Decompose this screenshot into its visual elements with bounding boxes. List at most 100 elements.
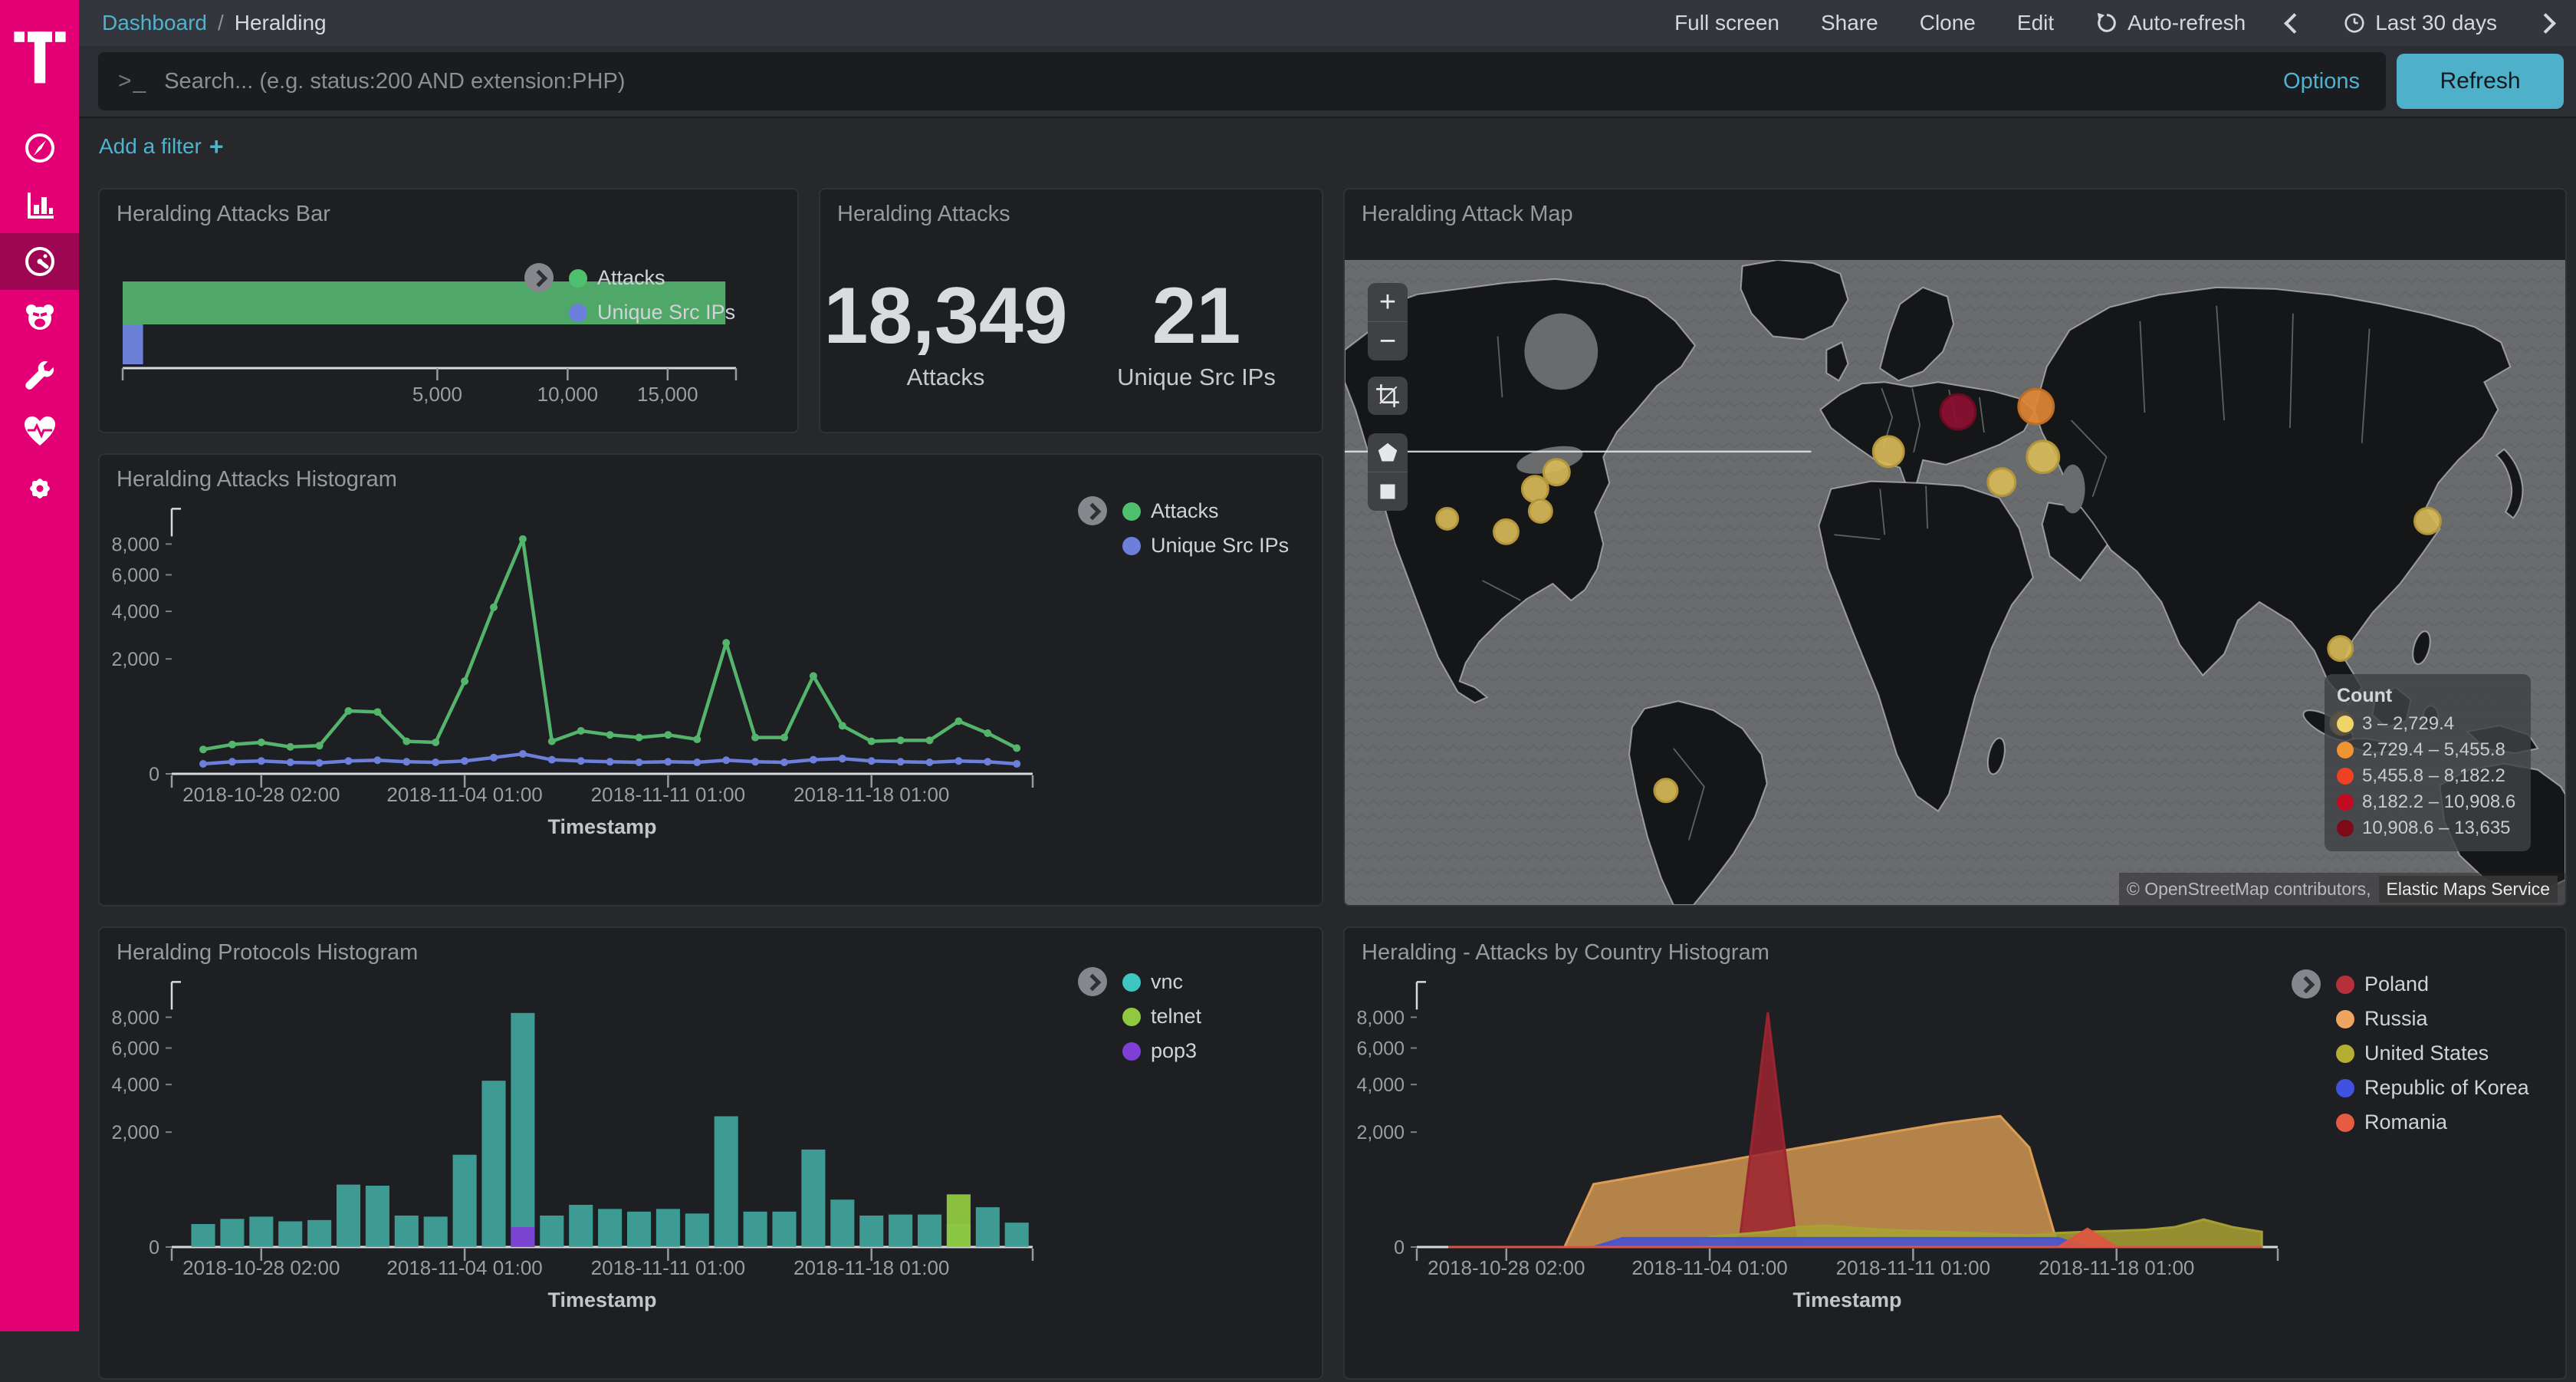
data-point[interactable] [751, 758, 759, 765]
data-point[interactable] [897, 758, 905, 765]
legend-item[interactable]: Russia [2336, 1007, 2529, 1031]
v-bar[interactable] [685, 1213, 709, 1247]
sidebar-item-tpot[interactable] [0, 290, 79, 347]
data-point[interactable] [461, 677, 468, 685]
zoom-out-button[interactable]: − [1368, 321, 1408, 360]
sidebar-item-discover[interactable] [0, 120, 79, 176]
data-point[interactable] [548, 756, 556, 764]
draw-rectangle-button[interactable] [1368, 472, 1408, 511]
sidebar-item-visualize[interactable] [0, 176, 79, 233]
v-bar[interactable] [453, 1155, 477, 1247]
v-bar[interactable] [249, 1216, 273, 1247]
data-point[interactable] [432, 739, 439, 746]
data-point[interactable] [519, 535, 527, 543]
draw-polygon-button[interactable] [1368, 433, 1408, 472]
legend-item[interactable]: 5,455.8 – 8,182.2 [2337, 765, 2515, 787]
data-point[interactable] [228, 741, 236, 749]
legend-item[interactable]: Unique Src IPs [1122, 534, 1289, 558]
data-point[interactable] [199, 760, 207, 768]
data-point[interactable] [722, 756, 730, 764]
panel-title[interactable]: Heralding Attacks Histogram [117, 467, 397, 492]
data-point[interactable] [287, 743, 294, 751]
legend-item[interactable]: 2,729.4 – 5,455.8 [2337, 739, 2515, 761]
time-range-next-button[interactable] [2538, 16, 2553, 31]
data-point[interactable] [490, 754, 498, 762]
map-attack-circle[interactable] [2414, 508, 2440, 534]
data-point[interactable] [636, 758, 643, 766]
v-bar[interactable] [830, 1199, 854, 1247]
data-point[interactable] [868, 738, 876, 745]
data-point[interactable] [373, 756, 381, 764]
data-point[interactable] [926, 736, 934, 744]
data-point[interactable] [839, 722, 846, 729]
options-link[interactable]: Options [2283, 69, 2360, 94]
v-bar[interactable] [511, 1013, 534, 1247]
data-point[interactable] [228, 758, 236, 765]
data-point[interactable] [577, 757, 585, 765]
sidebar-item-monitoring[interactable] [0, 403, 79, 460]
v-bar[interactable] [481, 1081, 505, 1247]
data-point[interactable] [955, 757, 962, 765]
data-point[interactable] [984, 729, 991, 737]
data-point[interactable] [926, 758, 934, 766]
v-bar[interactable] [889, 1215, 912, 1247]
v-bar[interactable] [395, 1216, 419, 1247]
v-bar[interactable] [191, 1224, 215, 1247]
ems-attribution[interactable]: Elastic Maps Service [2379, 876, 2558, 903]
data-point[interactable] [402, 738, 410, 745]
data-point[interactable] [345, 757, 353, 765]
sidebar-item-management[interactable] [0, 460, 79, 517]
data-point[interactable] [664, 731, 672, 739]
auto-refresh-button[interactable]: Auto-refresh [2095, 11, 2246, 35]
legend-item[interactable]: Attacks [1122, 499, 1289, 523]
map-attack-circle[interactable] [1522, 476, 1548, 502]
data-point[interactable] [606, 731, 614, 739]
v-bar[interactable] [1005, 1222, 1029, 1247]
data-point[interactable] [810, 672, 817, 679]
h-bar[interactable] [123, 324, 143, 364]
osm-attribution[interactable]: © OpenStreetMap contributors, [2127, 879, 2371, 900]
v-bar[interactable] [337, 1185, 360, 1247]
legend-item[interactable]: Romania [2336, 1111, 2529, 1134]
panel-title[interactable]: Heralding Attacks Bar [117, 202, 330, 227]
v-bar[interactable] [656, 1209, 680, 1247]
world-map[interactable]: + − Co [1345, 260, 2565, 905]
legend-item[interactable]: United States [2336, 1041, 2529, 1065]
data-point[interactable] [693, 758, 701, 766]
data-point[interactable] [287, 758, 294, 766]
data-point[interactable] [577, 727, 585, 735]
map-attack-circle[interactable] [2019, 389, 2054, 424]
map-attack-circle[interactable] [1940, 394, 1976, 429]
v-bar[interactable] [772, 1212, 796, 1247]
data-point[interactable] [373, 708, 381, 716]
v-bar[interactable] [366, 1186, 389, 1247]
v-bar[interactable] [278, 1222, 302, 1248]
v-bar[interactable] [744, 1212, 767, 1247]
data-point[interactable] [461, 757, 468, 765]
legend-item[interactable]: telnet [1122, 1005, 1201, 1028]
panel-title[interactable]: Heralding Attack Map [1362, 202, 1573, 227]
v-bar[interactable] [424, 1216, 448, 1247]
v-bar[interactable] [918, 1215, 941, 1247]
search-input[interactable]: >_ Search... (e.g. status:200 AND extens… [98, 52, 2386, 110]
refresh-button[interactable]: Refresh [2397, 54, 2564, 109]
data-point[interactable] [780, 734, 788, 742]
data-point[interactable] [606, 758, 614, 765]
legend-collapse-icon[interactable] [1078, 967, 1107, 996]
map-attack-circle[interactable] [1494, 519, 1519, 544]
data-point[interactable] [316, 742, 324, 749]
data-point[interactable] [839, 755, 846, 762]
panel-title[interactable]: Heralding Protocols Histogram [117, 940, 418, 966]
data-point[interactable] [519, 750, 527, 758]
data-point[interactable] [897, 736, 905, 744]
data-point[interactable] [868, 757, 876, 765]
data-point[interactable] [780, 758, 788, 766]
data-point[interactable] [490, 604, 498, 611]
legend-item[interactable]: vnc [1122, 970, 1201, 994]
legend-item[interactable]: pop3 [1122, 1039, 1201, 1063]
legend-item[interactable]: 3 – 2,729.4 [2337, 713, 2515, 735]
map-attack-circle[interactable] [1543, 459, 1569, 485]
data-point[interactable] [984, 758, 991, 765]
data-point[interactable] [664, 758, 672, 765]
map-attack-circle[interactable] [2328, 637, 2353, 661]
